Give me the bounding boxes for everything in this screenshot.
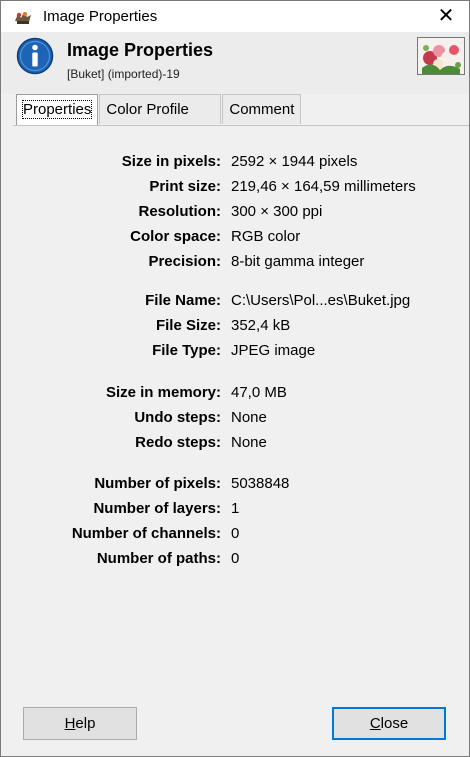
undo-steps-label: Undo steps: <box>134 409 221 426</box>
number-of-layers-value: 1 <box>231 500 240 517</box>
row-number-of-paths: Number of paths: 0 <box>13 548 469 570</box>
row-undo-steps: Undo steps: None <box>13 407 469 429</box>
print-size-label: Print size: <box>149 178 221 195</box>
row-resolution: Resolution: 300 × 300 ppi <box>13 201 469 223</box>
header-subtitle: [Buket] (imported)-19 <box>67 67 180 81</box>
tab-properties[interactable]: Properties <box>16 94 99 125</box>
image-properties-window: Image Properties ✕ Image Properties [Buk… <box>0 0 470 757</box>
row-size-in-memory: Size in memory: 47,0 MB <box>13 382 469 404</box>
close-button[interactable]: Close <box>332 707 446 740</box>
row-file-name: File Name: C:\Users\Pol...es\Buket.jpg <box>13 290 469 312</box>
tab-comment-label: Comment <box>229 101 295 118</box>
number-of-paths-label: Number of paths: <box>96 550 221 567</box>
print-size-value: 219,46 × 164,59 millimeters <box>231 178 416 195</box>
row-number-of-channels: Number of channels: 0 <box>13 523 469 545</box>
resolution-label: Resolution: <box>138 203 222 220</box>
tab-color-profile[interactable]: Color Profile <box>99 94 222 124</box>
undo-steps-value: None <box>231 409 267 426</box>
size-in-memory-value: 47,0 MB <box>231 384 287 401</box>
row-print-size: Print size: 219,46 × 164,59 millimeters <box>13 176 469 198</box>
row-redo-steps: Redo steps: None <box>13 432 469 454</box>
help-button[interactable]: Help <box>23 707 137 740</box>
number-of-channels-value: 0 <box>231 525 240 542</box>
file-size-label: File Size: <box>155 317 221 334</box>
close-button-label: lose <box>380 715 409 732</box>
row-file-type: File Type: JPEG image <box>13 340 469 362</box>
row-color-space: Color space: RGB color <box>13 226 469 248</box>
file-name-value: C:\Users\Pol...es\Buket.jpg <box>231 292 411 309</box>
header-title: Image Properties <box>67 40 214 60</box>
file-type-label: File Type: <box>152 342 221 359</box>
precision-value: 8-bit gamma integer <box>231 253 365 270</box>
size-in-pixels-label: Size in pixels: <box>121 153 221 170</box>
tab-color-profile-label: Color Profile <box>106 101 189 118</box>
number-of-layers-label: Number of layers: <box>93 500 221 517</box>
color-space-label: Color space: <box>130 228 221 245</box>
file-name-label: File Name: <box>145 292 221 309</box>
info-icon <box>16 37 54 75</box>
dialog-header: Image Properties [Buket] (imported)-19 <box>1 32 469 94</box>
gimp-app-icon <box>15 12 31 24</box>
file-type-value: JPEG image <box>231 342 316 359</box>
size-in-pixels-value: 2592 × 1944 pixels <box>231 153 358 170</box>
close-button-mnemonic: C <box>369 715 381 732</box>
image-thumbnail <box>417 37 465 75</box>
number-of-pixels-value: 5038848 <box>231 475 290 492</box>
properties-panel: Size in pixels: 2592 × 1944 pixels Print… <box>13 125 469 706</box>
help-button-label: elp <box>75 715 96 732</box>
file-size-value: 352,4 kB <box>231 317 291 334</box>
size-in-memory-label: Size in memory: <box>105 384 221 401</box>
tab-bar: Properties Color Profile Comment <box>16 94 302 125</box>
title-bar[interactable]: Image Properties ✕ <box>1 1 469 32</box>
window-close-icon[interactable]: ✕ <box>423 1 469 32</box>
tab-comment[interactable]: Comment <box>222 94 302 124</box>
help-button-mnemonic: H <box>64 715 76 732</box>
number-of-pixels-label: Number of pixels: <box>94 475 221 492</box>
redo-steps-value: None <box>231 434 267 451</box>
color-space-value: RGB color <box>231 228 301 245</box>
row-size-in-pixels: Size in pixels: 2592 × 1944 pixels <box>13 151 469 173</box>
number-of-channels-label: Number of channels: <box>71 525 221 542</box>
row-number-of-pixels: Number of pixels: 5038848 <box>13 473 469 495</box>
resolution-value: 300 × 300 ppi <box>231 203 323 220</box>
number-of-paths-value: 0 <box>231 550 240 567</box>
tab-properties-label: Properties <box>21 100 93 119</box>
row-file-size: File Size: 352,4 kB <box>13 315 469 337</box>
row-precision: Precision: 8-bit gamma integer <box>13 251 469 273</box>
dialog-body: Image Properties [Buket] (imported)-19 P… <box>1 32 469 756</box>
row-number-of-layers: Number of layers: 1 <box>13 498 469 520</box>
redo-steps-label: Redo steps: <box>135 434 221 451</box>
window-title: Image Properties <box>43 8 158 25</box>
precision-label: Precision: <box>148 253 221 270</box>
